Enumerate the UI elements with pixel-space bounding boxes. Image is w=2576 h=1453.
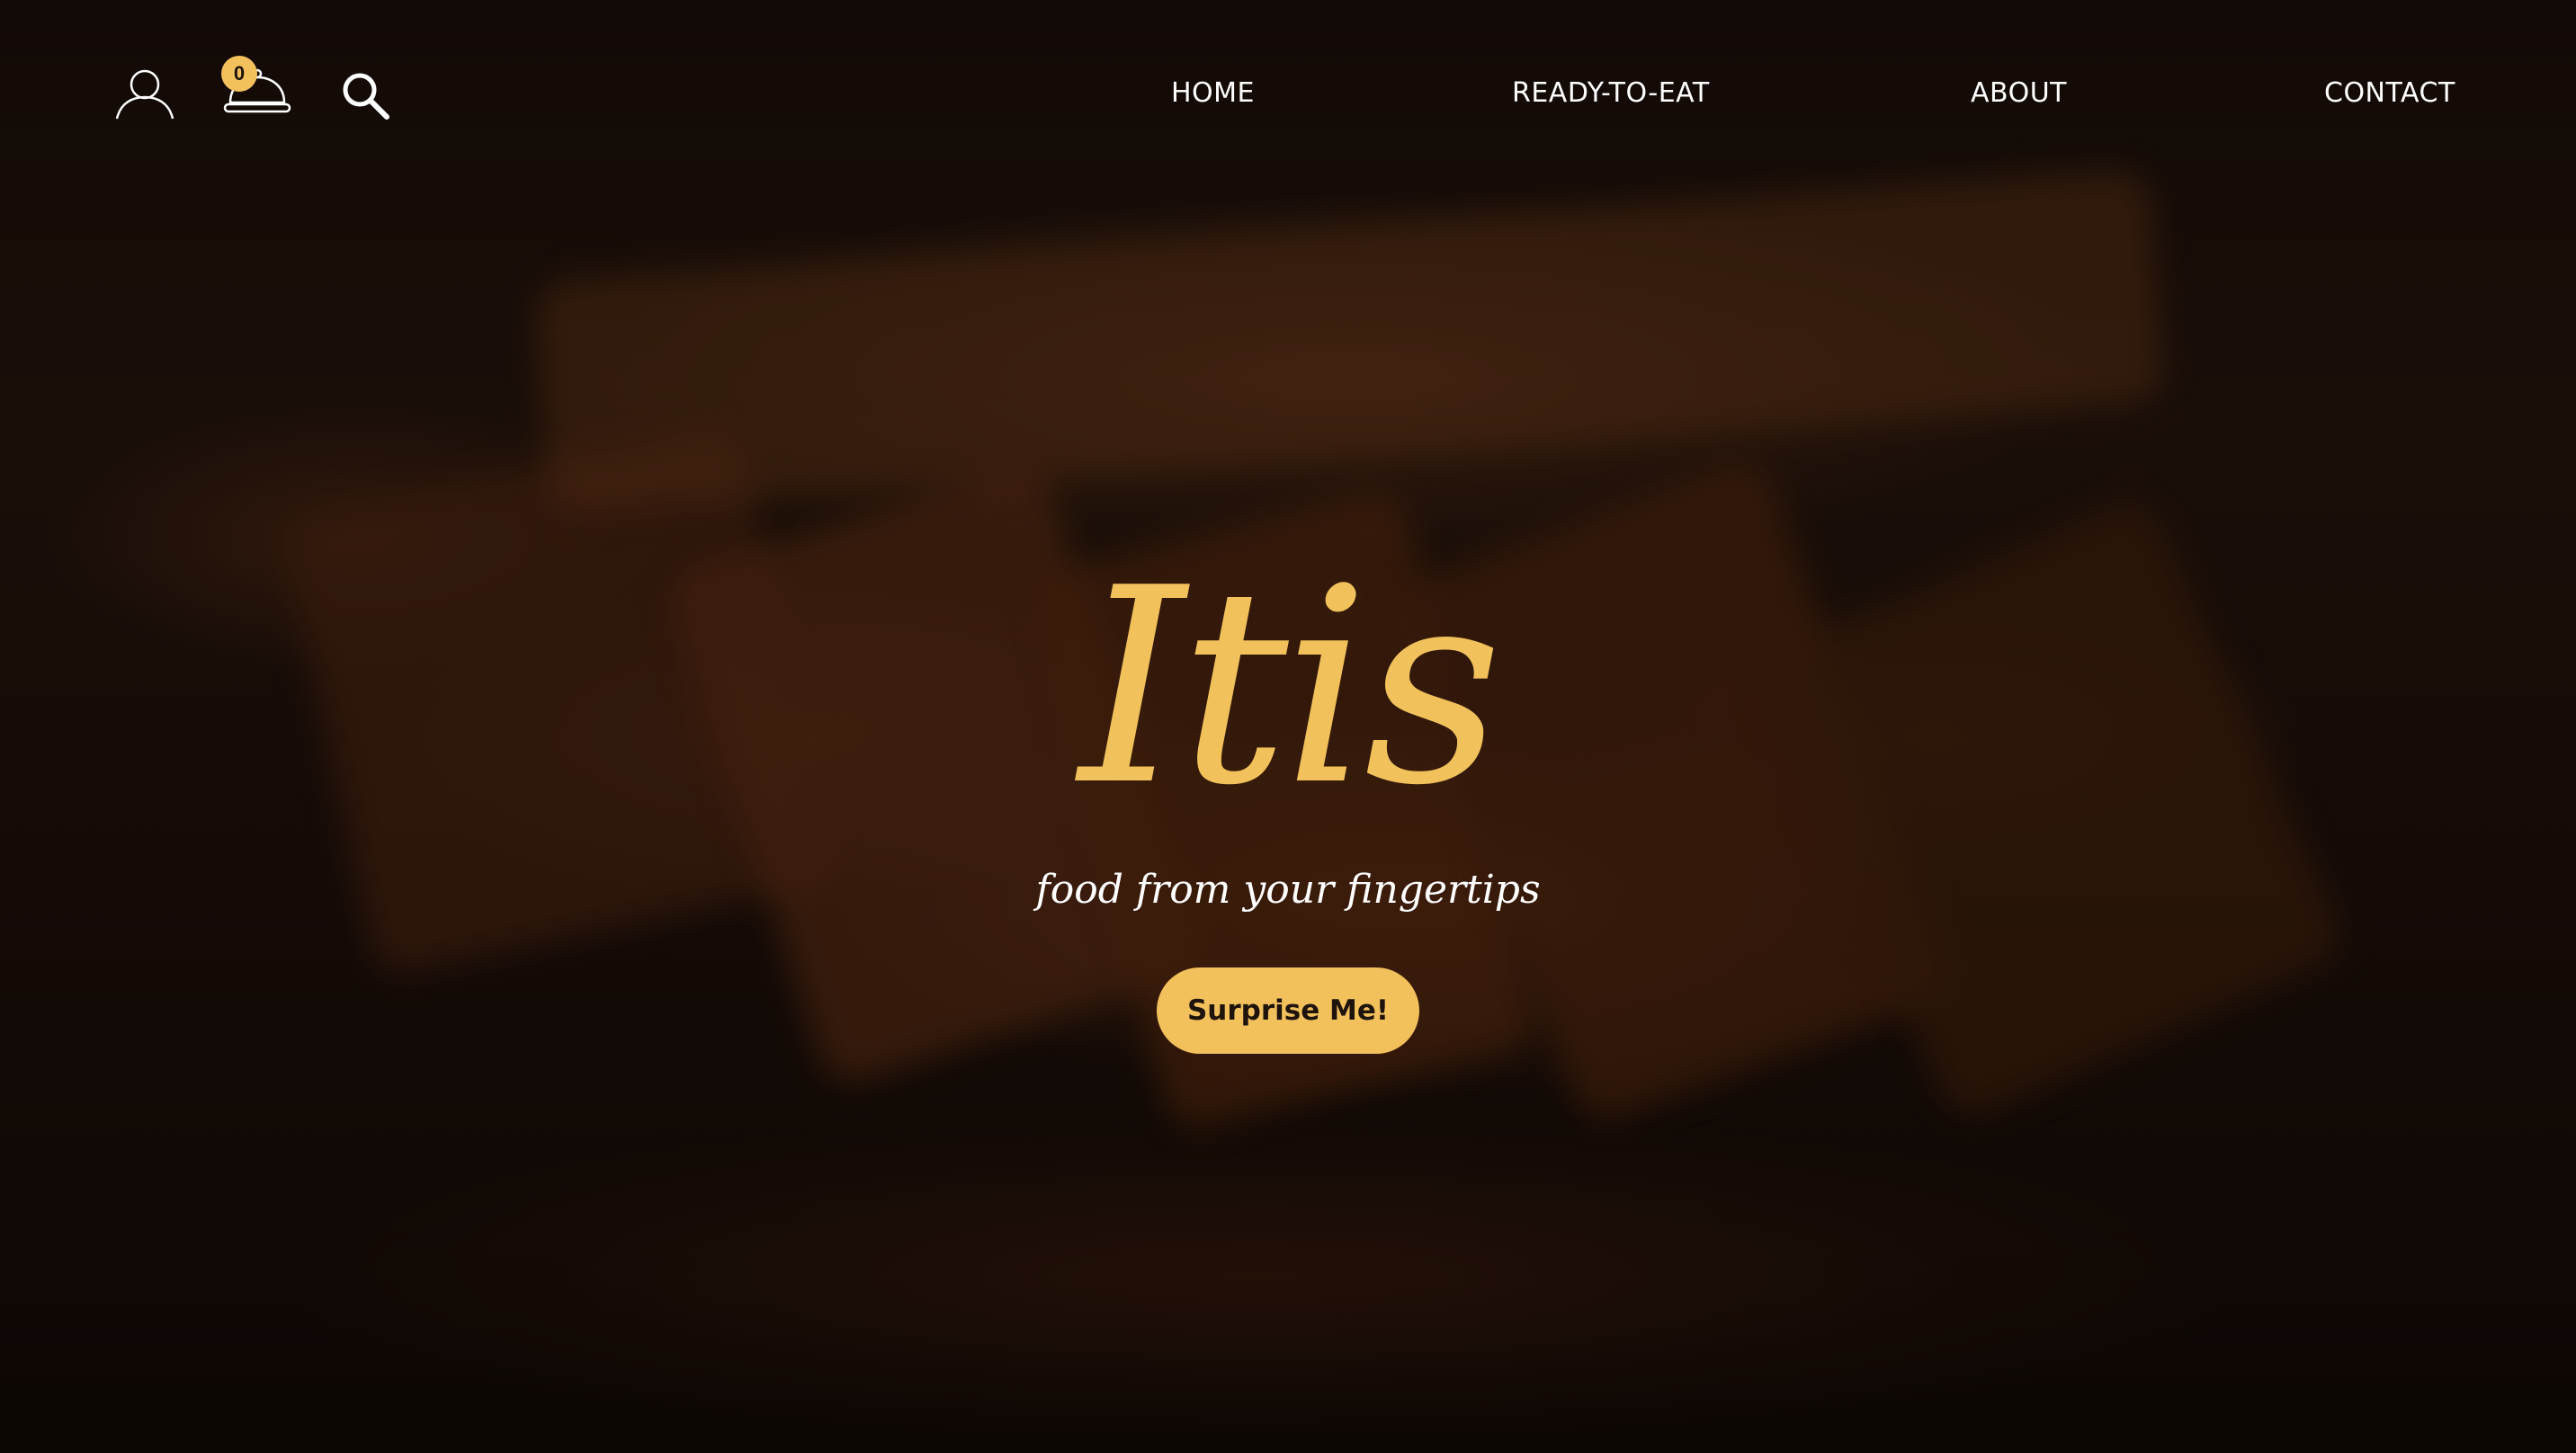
account-icon[interactable] [113,65,176,120]
nav-contact-link[interactable]: CONTACT [2324,76,2455,111]
nav-home-link[interactable]: HOME [1171,76,1255,111]
nav-ready-to-eat-link[interactable]: READY-TO-EAT [1512,76,1710,111]
search-icon[interactable] [340,70,390,120]
hero-background: 0 HOME READY-TO-EAT ABOUT CONTACT Itis f… [0,0,2576,1453]
nav-about-link[interactable]: ABOUT [1971,76,2067,111]
surprise-me-button[interactable]: Surprise Me! [1157,967,1419,1054]
brand-tagline: food from your fingertips [1035,867,1541,913]
brand-title: Itis [1078,530,1503,844]
cart-count-badge: 0 [221,56,257,92]
